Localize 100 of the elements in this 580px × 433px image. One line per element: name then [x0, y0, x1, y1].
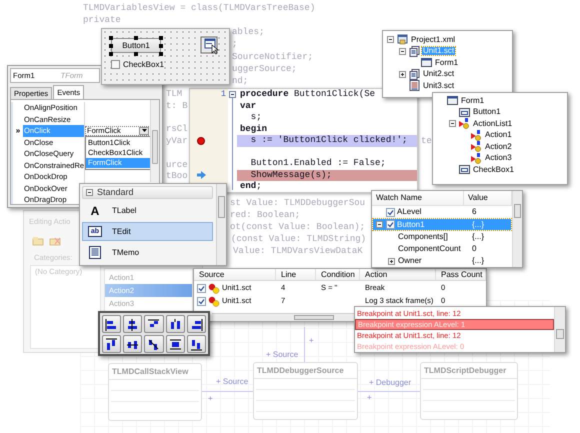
- column-header[interactable]: Source: [194, 269, 276, 280]
- align-button[interactable]: [166, 335, 185, 353]
- watch-name: ComponentCount: [398, 245, 461, 254]
- watch-row[interactable]: ALevel 6: [373, 206, 511, 218]
- execution-arrow-icon: [196, 171, 206, 180]
- align-button[interactable]: [102, 315, 122, 333]
- align-button[interactable]: [186, 335, 206, 353]
- scrollbar[interactable]: [150, 100, 159, 182]
- align-button[interactable]: [102, 335, 122, 353]
- selection-handle[interactable]: [134, 52, 138, 56]
- scrollbar-thumb[interactable]: [294, 315, 334, 320]
- column-header[interactable]: Pass Count: [436, 269, 486, 280]
- code-line: begin: [240, 124, 268, 134]
- code-text: uggerSource;: [232, 65, 297, 74]
- checkbox[interactable]: [197, 296, 206, 306]
- code-text: (const Value: TLMDString): [231, 235, 366, 244]
- link-label: +: [367, 394, 372, 402]
- folder-icon: [32, 236, 44, 246]
- link-label: + Source: [216, 378, 248, 386]
- class-title: TLMDCallStackView: [109, 364, 201, 380]
- code-text: ables;: [232, 28, 264, 37]
- tree-item[interactable]: Action3: [484, 154, 513, 162]
- checkbox[interactable]: [386, 220, 395, 230]
- selection-handle[interactable]: [109, 44, 113, 48]
- align-button[interactable]: [166, 315, 185, 333]
- action-icon: [471, 130, 482, 141]
- tree-item[interactable]: Form1: [434, 58, 460, 67]
- scrollbar-thumb[interactable]: [556, 329, 564, 339]
- align-icon: [190, 318, 203, 330]
- window-icon: [421, 57, 432, 68]
- checkbox[interactable]: [197, 284, 206, 292]
- selection-handle[interactable]: [109, 52, 113, 56]
- watch-name: Owner: [398, 257, 422, 266]
- watch-name: Button1: [397, 220, 425, 229]
- code-text: SourceNotifier;: [232, 53, 314, 62]
- column-header[interactable]: Action: [360, 269, 436, 280]
- watch-value: 0: [471, 245, 476, 254]
- tree-item[interactable]: Project1.xml: [410, 36, 456, 44]
- code-line: end;: [240, 181, 262, 191]
- selection-handle[interactable]: [159, 52, 163, 56]
- action-icon: [471, 152, 482, 164]
- connector-line: [304, 327, 305, 362]
- tree-item[interactable]: Unit2.sct: [422, 70, 456, 78]
- window-icon: [447, 95, 458, 106]
- watch-name: ALevel: [397, 208, 422, 216]
- align-button[interactable]: [144, 335, 164, 353]
- tree-item[interactable]: CheckBox1: [472, 166, 515, 174]
- project-icon: [397, 34, 408, 46]
- tree-item[interactable]: ActionList1: [472, 120, 514, 128]
- category-header[interactable]: Standard: [82, 186, 213, 199]
- tree-item[interactable]: Unit3.sct: [422, 82, 456, 90]
- link-label: + Debugger: [369, 379, 412, 387]
- checkbox[interactable]: [386, 208, 395, 217]
- button[interactable]: Button1: [111, 38, 161, 53]
- code-line: s;: [250, 112, 262, 122]
- scrollbar[interactable]: [554, 307, 565, 352]
- connector-line: [358, 391, 420, 392]
- script-document-icon: [409, 80, 420, 92]
- memo-icon: [88, 246, 102, 259]
- align-icon: [147, 338, 160, 350]
- tree-item[interactable]: Button1: [472, 108, 502, 116]
- form-icon: [200, 35, 219, 55]
- tree-item[interactable]: Action1: [484, 131, 513, 140]
- code-text: TLM: [166, 90, 182, 99]
- selection-handle[interactable]: [134, 36, 138, 40]
- current-row-marker: »: [16, 126, 20, 135]
- class-title: TLMDDebuggerSource: [254, 363, 357, 379]
- scrollbar-thumb[interactable]: [514, 204, 521, 218]
- selection-handle[interactable]: [159, 36, 163, 40]
- column-header[interactable]: Condition: [316, 269, 360, 280]
- column-header[interactable]: Watch Name: [372, 191, 464, 205]
- action-icon: [471, 141, 482, 152]
- scrollbar[interactable]: [512, 191, 522, 267]
- code-text: Value: TLMDVarsViewDataK: [233, 247, 363, 256]
- watch-value: {...}: [471, 257, 484, 266]
- checkbox-label: CheckBox1: [123, 60, 164, 68]
- scrollbar[interactable]: [216, 184, 226, 265]
- control-icon: [459, 106, 470, 118]
- align-button[interactable]: [144, 315, 164, 333]
- align-icon: [126, 318, 140, 330]
- code-text: ;: [232, 40, 238, 49]
- tree-item[interactable]: Action2: [484, 142, 513, 151]
- align-button[interactable]: [186, 315, 206, 333]
- palette-item[interactable]: TMemo: [82, 243, 213, 262]
- checkbox[interactable]: [111, 60, 120, 69]
- scrollbar[interactable]: [212, 313, 354, 321]
- code-text: red: Boolean;: [230, 211, 300, 220]
- dropdown-button[interactable]: [139, 126, 149, 135]
- code-text: TLMDVariablesView = class(TLMDVarsTreeBase): [83, 4, 316, 13]
- scrollbar-thumb[interactable]: [218, 196, 225, 218]
- palette-item[interactable]: A TLabel: [82, 201, 213, 220]
- action-icon: [459, 118, 470, 130]
- selection-handle[interactable]: [109, 36, 113, 40]
- scrollbar-thumb[interactable]: [152, 130, 158, 164]
- column-header[interactable]: Line: [276, 269, 316, 280]
- code-text: tBoo: [166, 172, 188, 181]
- align-button[interactable]: [123, 335, 142, 353]
- tree-item[interactable]: Form1: [460, 96, 486, 105]
- selection-handle[interactable]: [159, 44, 163, 48]
- align-button[interactable]: [123, 315, 142, 333]
